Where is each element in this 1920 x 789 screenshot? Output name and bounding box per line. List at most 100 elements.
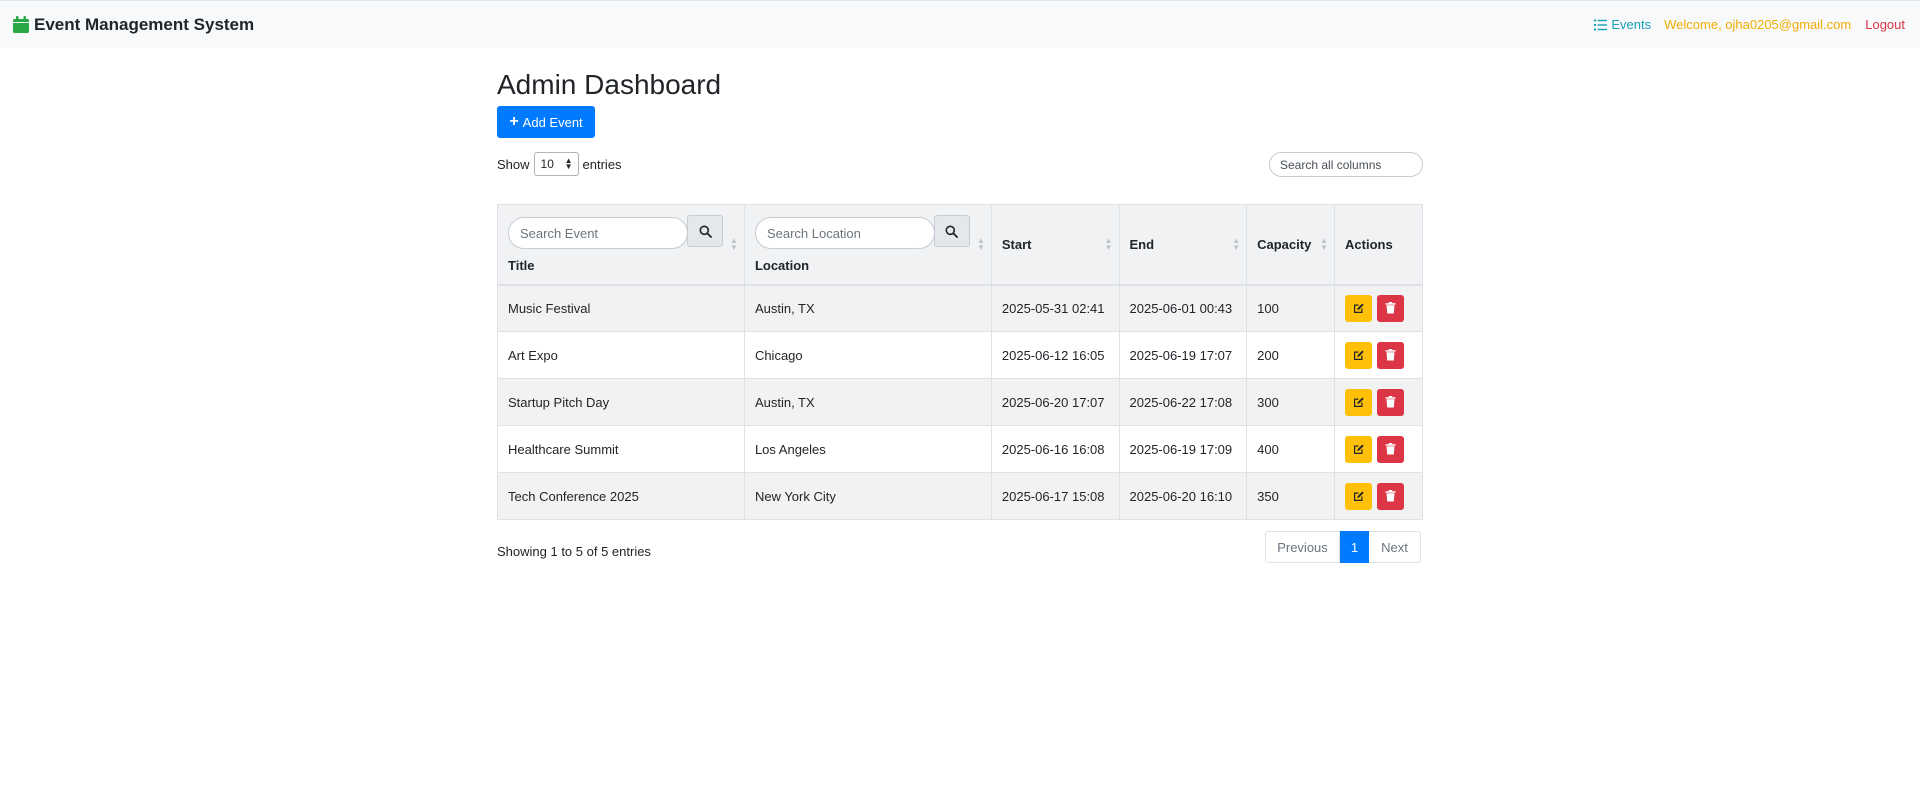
edit-button[interactable]: [1345, 341, 1373, 369]
cell-start: 2025-06-20 17:07: [990, 378, 1120, 426]
cell-end: 2025-06-01 00:43: [1118, 284, 1248, 332]
cell-title: Music Festival: [497, 284, 745, 332]
logout-link[interactable]: Logout: [1865, 17, 1905, 32]
add-event-label: Add Event: [522, 114, 583, 130]
cell-capacity: 400: [1246, 425, 1336, 473]
entries-label: entries: [582, 156, 622, 172]
page-length-value: 10: [540, 157, 554, 171]
delete-button[interactable]: [1377, 482, 1405, 510]
trash-icon: [1385, 302, 1396, 314]
nav-right: Events Welcome, ojha0205@gmail.com Logou…: [1580, 17, 1907, 32]
column-header-start[interactable]: Start ▲ ▼: [990, 204, 1120, 286]
events-table: Title ▲▼ Location ▲▼ Start ▲▼: [497, 204, 1423, 520]
table-row: Tech Conference 2025 New York City 2025-…: [497, 472, 1423, 520]
cell-location: Los Angeles: [743, 425, 992, 473]
delete-button[interactable]: [1377, 294, 1405, 322]
brand-title: Event Management System: [34, 14, 255, 34]
column-header-location[interactable]: Location ▲▼: [743, 204, 992, 286]
table-row: Art Expo Chicago 2025-06-12 16:05 2025-0…: [497, 331, 1423, 379]
delete-button[interactable]: [1377, 388, 1405, 416]
welcome-text: Welcome, ojha0205@gmail.com: [1664, 17, 1852, 32]
title-search-button[interactable]: [687, 215, 723, 248]
edit-button[interactable]: [1345, 388, 1373, 416]
cell-location: Austin, TX: [743, 284, 992, 332]
cell-end: 2025-06-20 16:10: [1118, 472, 1248, 520]
search-icon: [699, 225, 712, 238]
cell-actions: [1334, 472, 1423, 520]
next-page-button[interactable]: Next: [1369, 531, 1421, 563]
delete-button[interactable]: [1377, 341, 1405, 369]
page-1-button[interactable]: 1: [1340, 531, 1369, 563]
navbar: Event Management System Events Welcome, …: [0, 0, 1920, 48]
column-header-capacity[interactable]: Capacity ▲ ▼: [1246, 204, 1336, 286]
column-label-capacity: Capacity: [1257, 236, 1312, 252]
table-row: Music Festival Austin, TX 2025-05-31 02:…: [497, 284, 1423, 332]
cell-title: Healthcare Summit: [497, 425, 745, 473]
column-label-actions: Actions: [1345, 236, 1393, 252]
trash-icon: [1385, 490, 1396, 502]
column-header-title[interactable]: Title ▲▼: [497, 204, 745, 286]
cell-location: Chicago: [743, 331, 992, 379]
sort-icon: ▲ ▼: [976, 236, 985, 253]
table-info: Showing 1 to 5 of 5 entries: [497, 544, 651, 559]
column-header-end[interactable]: End ▲ ▼: [1118, 204, 1248, 286]
global-search-input[interactable]: [1269, 152, 1423, 177]
previous-page-button[interactable]: Previous: [1265, 531, 1340, 563]
edit-button[interactable]: [1345, 482, 1373, 510]
column-label-title: Title: [508, 258, 535, 274]
column-header-actions: Actions: [1334, 204, 1423, 286]
sort-icon: ▲ ▼: [730, 236, 738, 253]
column-label-end: End: [1129, 236, 1155, 252]
cell-start: 2025-06-12 16:05: [990, 331, 1120, 379]
calendar-icon: [13, 16, 29, 33]
table-row: Healthcare Summit Los Angeles 2025-06-16…: [497, 425, 1423, 473]
cell-title: Tech Conference 2025: [497, 472, 745, 520]
add-event-button[interactable]: + Add Event: [497, 106, 595, 138]
edit-icon: [1353, 444, 1364, 454]
select-arrows-icon: ▲ ▼: [564, 156, 573, 171]
cell-actions: [1334, 331, 1423, 379]
sort-icon: ▲ ▼: [1320, 236, 1329, 253]
sort-icon: ▲ ▼: [1104, 236, 1113, 253]
cell-start: 2025-05-31 02:41: [990, 284, 1120, 332]
list-icon: [1594, 19, 1608, 30]
nav-events-label: Events: [1611, 17, 1652, 32]
search-icon: [945, 225, 959, 238]
page-length-select[interactable]: 10 ▲ ▼: [533, 152, 579, 176]
column-label-start: Start: [1001, 236, 1032, 252]
cell-start: 2025-06-16 16:08: [990, 425, 1120, 473]
cell-capacity: 200: [1246, 331, 1336, 379]
sort-icon: ▲ ▼: [1232, 236, 1241, 253]
cell-actions: [1334, 284, 1423, 332]
delete-button[interactable]: [1377, 435, 1405, 463]
cell-actions: [1334, 425, 1423, 473]
trash-icon: [1385, 443, 1396, 455]
location-search-button[interactable]: [933, 215, 970, 248]
cell-end: 2025-06-22 17:08: [1118, 378, 1248, 426]
trash-icon: [1385, 396, 1396, 408]
cell-capacity: 350: [1246, 472, 1336, 520]
cell-start: 2025-06-17 15:08: [990, 472, 1120, 520]
edit-button[interactable]: [1345, 435, 1373, 463]
edit-icon: [1353, 350, 1364, 360]
nav-events-link[interactable]: Events: [1594, 17, 1651, 32]
title-search-input[interactable]: [508, 217, 688, 250]
edit-button[interactable]: [1345, 294, 1373, 322]
cell-capacity: 100: [1246, 284, 1336, 332]
show-label: Show: [497, 156, 530, 172]
page-length-control: Show 10 ▲ ▼ entries: [497, 152, 622, 176]
cell-location: Austin, TX: [743, 378, 992, 426]
cell-actions: [1334, 378, 1423, 426]
table-header-row: Title ▲▼ Location ▲▼ Start ▲▼: [497, 204, 1423, 286]
cell-end: 2025-06-19 17:09: [1118, 425, 1248, 473]
cell-title: Startup Pitch Day: [497, 378, 745, 426]
column-label-location: Location: [754, 258, 810, 274]
plus-icon: +: [509, 113, 519, 130]
trash-icon: [1385, 349, 1396, 361]
brand[interactable]: Event Management System: [13, 15, 254, 35]
cell-end: 2025-06-19 17:07: [1118, 331, 1248, 379]
location-search-input[interactable]: [754, 217, 935, 250]
edit-icon: [1353, 303, 1364, 314]
page-title: Admin Dashboard: [497, 69, 722, 100]
cell-location: New York City: [743, 472, 992, 520]
